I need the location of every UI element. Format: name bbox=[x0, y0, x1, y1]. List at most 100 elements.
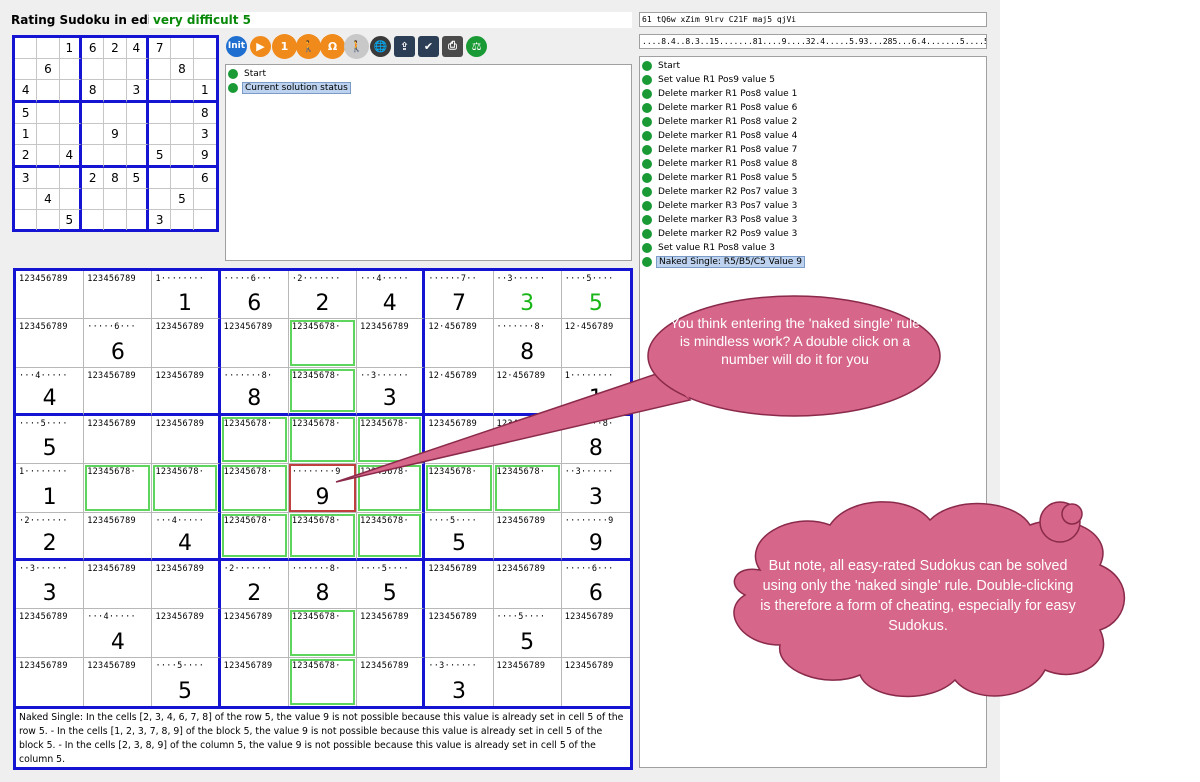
mini-cell[interactable] bbox=[82, 103, 105, 124]
board-cell[interactable]: 123456789 bbox=[493, 415, 562, 465]
board-cell[interactable]: 123456789 bbox=[221, 657, 289, 706]
board-cell[interactable]: 123456789 bbox=[425, 415, 494, 465]
board-cell[interactable]: ····5···· 5 bbox=[561, 271, 630, 320]
board-cell[interactable]: 12345678· bbox=[357, 415, 426, 465]
mini-cell[interactable]: 8 bbox=[193, 103, 216, 124]
mini-cell[interactable] bbox=[149, 59, 172, 80]
mini-cell[interactable] bbox=[193, 189, 216, 210]
board-cell[interactable]: ·2······· 2 bbox=[220, 560, 289, 610]
board-cell[interactable]: 12·456789 bbox=[425, 367, 494, 416]
mini-cell[interactable] bbox=[59, 189, 82, 210]
board-cell[interactable]: 12345678· bbox=[357, 512, 426, 561]
mini-cell[interactable] bbox=[104, 103, 127, 124]
board-cell[interactable]: ··3······ 3 bbox=[425, 657, 494, 706]
mini-cell[interactable]: 5 bbox=[15, 103, 38, 124]
board-cell[interactable]: 12345678· bbox=[288, 512, 358, 561]
mini-cell[interactable] bbox=[37, 103, 60, 124]
board-cell[interactable]: 123456789 bbox=[84, 271, 153, 320]
board-cell[interactable]: ·······8· 8 bbox=[220, 367, 289, 416]
mini-cell[interactable] bbox=[171, 145, 194, 168]
board-cell[interactable]: ··3······ 3 bbox=[493, 271, 562, 320]
mini-cell[interactable] bbox=[104, 210, 127, 230]
board-cell[interactable]: 12345678· bbox=[288, 367, 358, 416]
mini-cell[interactable] bbox=[149, 80, 172, 103]
mini-cell[interactable] bbox=[126, 145, 149, 168]
board-cell[interactable]: 12345678· bbox=[288, 415, 358, 465]
mini-cell[interactable] bbox=[149, 124, 172, 145]
board-cell[interactable]: 12345678· bbox=[152, 464, 221, 513]
board-cell[interactable]: 123456789 bbox=[562, 658, 630, 706]
history-step[interactable]: Delete marker R2 Pos7 value 3 bbox=[642, 185, 984, 199]
history-step[interactable]: Set value R1 Pos9 value 5 bbox=[642, 73, 984, 87]
mini-cell[interactable]: 5 bbox=[171, 189, 194, 210]
mini-cell[interactable] bbox=[104, 80, 127, 103]
board-cell[interactable]: 123456789 bbox=[152, 560, 221, 610]
board-cell[interactable]: 1········ 1 bbox=[152, 271, 221, 320]
board-cell[interactable]: 12·456789 bbox=[425, 319, 494, 368]
board-cell[interactable]: 123456789 bbox=[220, 319, 289, 368]
mini-cell[interactable] bbox=[59, 103, 82, 124]
board-cell[interactable]: 123456789 bbox=[493, 560, 562, 610]
board-cell[interactable]: 12·456789 bbox=[493, 367, 562, 416]
mini-cell[interactable] bbox=[194, 210, 216, 230]
mini-cell[interactable] bbox=[37, 80, 60, 103]
board-cell[interactable]: 12345678· bbox=[425, 464, 494, 513]
mini-cell[interactable] bbox=[82, 124, 105, 145]
mini-cell[interactable] bbox=[149, 189, 172, 210]
mini-cell[interactable] bbox=[104, 145, 127, 168]
mini-cell[interactable] bbox=[171, 210, 194, 230]
mini-cell[interactable]: 3 bbox=[15, 168, 38, 189]
mini-cell[interactable] bbox=[15, 210, 38, 230]
board-cell[interactable]: ···4····· 4 bbox=[16, 367, 85, 416]
mini-cell[interactable]: 6 bbox=[37, 59, 60, 80]
mini-cell[interactable]: 2 bbox=[104, 38, 127, 59]
history-step[interactable]: Delete marker R3 Pos7 value 3 bbox=[642, 199, 984, 213]
mini-cell[interactable] bbox=[171, 80, 194, 103]
board-cell[interactable]: 12345678· bbox=[493, 464, 562, 513]
mini-cell[interactable] bbox=[82, 59, 105, 80]
mini-cell[interactable] bbox=[15, 189, 38, 210]
board-cell[interactable]: 123456789 bbox=[84, 415, 153, 465]
history-step[interactable]: Naked Single: R5/B5/C5 Value 9 bbox=[642, 255, 984, 269]
init-button[interactable]: Init bbox=[226, 35, 247, 57]
mini-cell[interactable]: 5 bbox=[126, 168, 149, 189]
mini-cell[interactable]: 2 bbox=[82, 168, 105, 189]
mini-cell[interactable] bbox=[149, 103, 172, 124]
mini-cell[interactable]: 4 bbox=[15, 80, 38, 103]
play-button[interactable]: ▶ bbox=[250, 35, 271, 57]
print-button[interactable]: ⎙ bbox=[442, 35, 463, 57]
mini-cell[interactable] bbox=[149, 168, 172, 189]
disabled-walker-button[interactable]: 🚶 bbox=[346, 35, 367, 57]
mini-cell[interactable]: 8 bbox=[104, 168, 127, 189]
board-cell[interactable]: ···4····· 4 bbox=[357, 271, 426, 320]
history-step[interactable]: Delete marker R1 Pos8 value 2 bbox=[642, 115, 984, 129]
board-cell[interactable]: 123456789 bbox=[84, 657, 153, 706]
history-step[interactable]: Delete marker R1 Pos8 value 6 bbox=[642, 101, 984, 115]
mini-cell[interactable]: 8 bbox=[171, 59, 194, 80]
board-cell[interactable]: 12345678· bbox=[84, 464, 153, 513]
mini-cell[interactable] bbox=[127, 210, 149, 230]
board-cell[interactable]: 123456789 bbox=[152, 367, 221, 416]
mini-cell[interactable] bbox=[171, 124, 194, 145]
mini-cell[interactable] bbox=[15, 38, 38, 59]
board-cell[interactable]: ····5···· 5 bbox=[425, 512, 494, 561]
board-cell[interactable]: ··3······ 3 bbox=[16, 560, 85, 610]
board-cell[interactable]: 123456789 bbox=[16, 657, 85, 706]
mini-cell[interactable] bbox=[59, 59, 82, 80]
mini-cell[interactable] bbox=[126, 189, 149, 210]
board-cell[interactable]: ·····6··· 6 bbox=[561, 561, 630, 610]
mini-cell[interactable]: 5 bbox=[60, 210, 82, 230]
board-cell[interactable]: ··3······ 3 bbox=[357, 367, 426, 416]
board-cell[interactable]: 123456789 bbox=[16, 319, 85, 368]
mini-cell[interactable]: 1 bbox=[193, 80, 216, 103]
board-cell[interactable]: ·2······· 2 bbox=[16, 512, 85, 561]
board-cell[interactable]: 12·456789 bbox=[561, 319, 630, 368]
mini-cell[interactable]: 2 bbox=[15, 145, 38, 168]
board-cell[interactable]: 123456789 bbox=[220, 609, 289, 658]
mini-cell[interactable] bbox=[59, 168, 82, 189]
board-cell[interactable]: 123456789 bbox=[84, 560, 153, 610]
history-step[interactable]: Delete marker R1 Pos8 value 1 bbox=[642, 87, 984, 101]
history-step[interactable]: Delete marker R1 Pos8 value 7 bbox=[642, 143, 984, 157]
step-one-button[interactable]: 1 bbox=[274, 35, 295, 57]
board-cell[interactable]: ····5···· 5 bbox=[152, 657, 221, 706]
